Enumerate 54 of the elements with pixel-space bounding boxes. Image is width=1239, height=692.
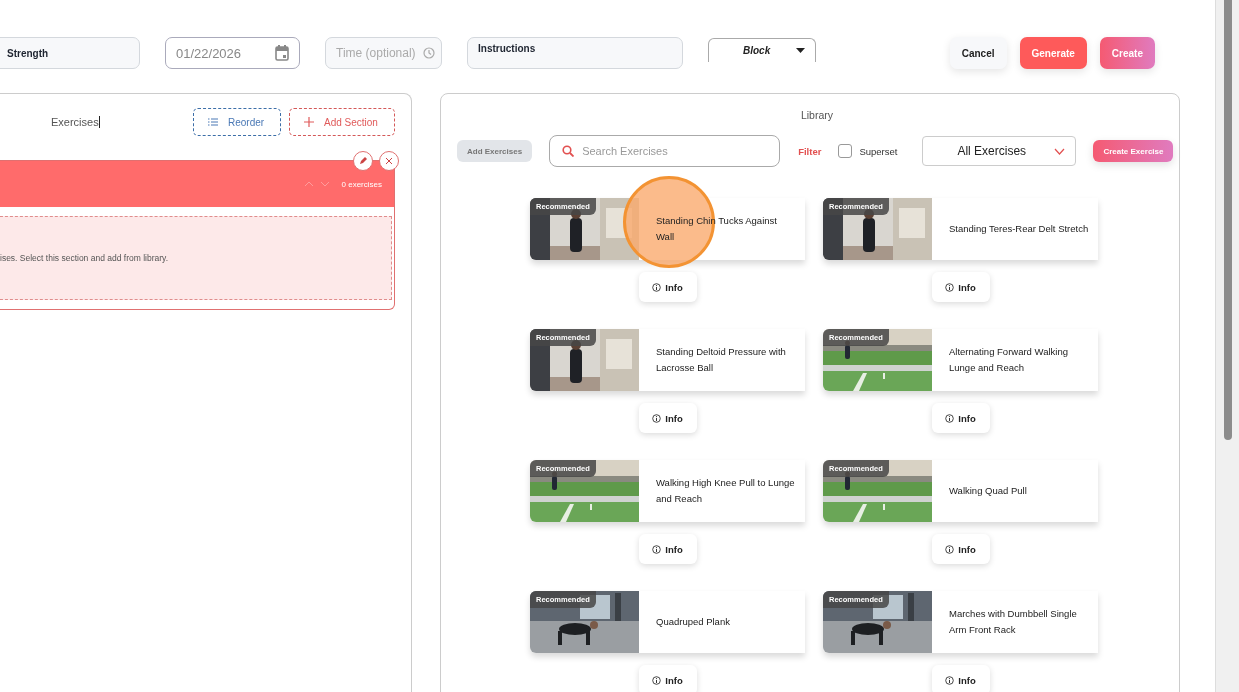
- exercise-title: Alternating Forward Walking Lunge and Reach: [949, 345, 1069, 375]
- name-field[interactable]: Strength: [0, 37, 140, 69]
- info-button[interactable]: Info: [638, 534, 697, 564]
- date-field[interactable]: 01/22/2026: [165, 37, 300, 69]
- info-icon: [652, 282, 662, 292]
- info-button[interactable]: Info: [931, 665, 990, 692]
- search-icon: [562, 145, 575, 157]
- close-icon: [386, 158, 392, 164]
- exercise-title: Standing Chin Tucks Against Wall: [656, 214, 778, 244]
- info-button[interactable]: Info: [638, 665, 697, 692]
- exercise-title: Marches with Dumbbell Single Arm Front Rack: [949, 607, 1078, 637]
- close-button[interactable]: [379, 151, 399, 171]
- cancel-button[interactable]: Cancel: [949, 37, 1007, 69]
- library-title: Library: [799, 109, 835, 121]
- calendar-icon[interactable]: [275, 45, 289, 61]
- exercise-title: Quadruped Plank: [656, 615, 731, 629]
- plus-icon: [304, 117, 314, 127]
- info-icon: [945, 282, 955, 292]
- add-exercises-button[interactable]: Add Exercises: [457, 140, 533, 162]
- info-icon: [945, 544, 955, 554]
- exercise-title: Standing Deltoid Pressure with Lacrosse Ball: [656, 345, 787, 375]
- exercise-title: Standing Teres-Rear Delt Stretch: [949, 222, 1089, 236]
- reorder-button[interactable]: Reorder: [193, 108, 281, 136]
- instructions-field[interactable]: Instructions: [467, 37, 683, 69]
- list-icon: [208, 118, 218, 126]
- info-icon: [652, 675, 662, 685]
- info-button[interactable]: Info: [931, 272, 990, 302]
- info-icon: [945, 675, 955, 685]
- superset-label: Superset: [859, 145, 898, 157]
- info-button[interactable]: Info: [931, 403, 990, 433]
- info-icon: [652, 413, 662, 423]
- exercise-title: Walking High Knee Pull to Lunge and Reach: [656, 476, 796, 506]
- section-card[interactable]: 0 exercises ises. Select this section and add from library.: [0, 160, 395, 310]
- chevron-down-icon: [1054, 147, 1066, 155]
- pencil-icon: [359, 157, 367, 165]
- clock-icon: [423, 47, 435, 59]
- caret-icon: [796, 48, 805, 53]
- filter-link[interactable]: Filter: [798, 145, 822, 157]
- superset-checkbox[interactable]: [838, 144, 853, 158]
- scrollbar[interactable]: [1215, 0, 1239, 692]
- drop-zone[interactable]: ises. Select this section and add from library.: [0, 216, 392, 300]
- info-icon: [652, 544, 662, 554]
- edit-button[interactable]: [353, 151, 373, 171]
- type-select[interactable]: Block: [708, 38, 816, 62]
- add-section-button[interactable]: Add Section: [289, 108, 395, 136]
- exercise-title: Walking Quad Pull: [949, 484, 1028, 498]
- exercises-title-field[interactable]: Exercises: [51, 116, 100, 128]
- empty-section-text: ises. Select this section and add from library.: [0, 253, 169, 263]
- info-icon: [945, 413, 955, 423]
- category-select[interactable]: All Exercises: [922, 136, 1077, 166]
- info-button[interactable]: Info: [638, 272, 697, 302]
- exercise-count: 0 exercises: [341, 179, 382, 189]
- info-button[interactable]: Info: [638, 403, 697, 433]
- info-button[interactable]: Info: [931, 534, 990, 564]
